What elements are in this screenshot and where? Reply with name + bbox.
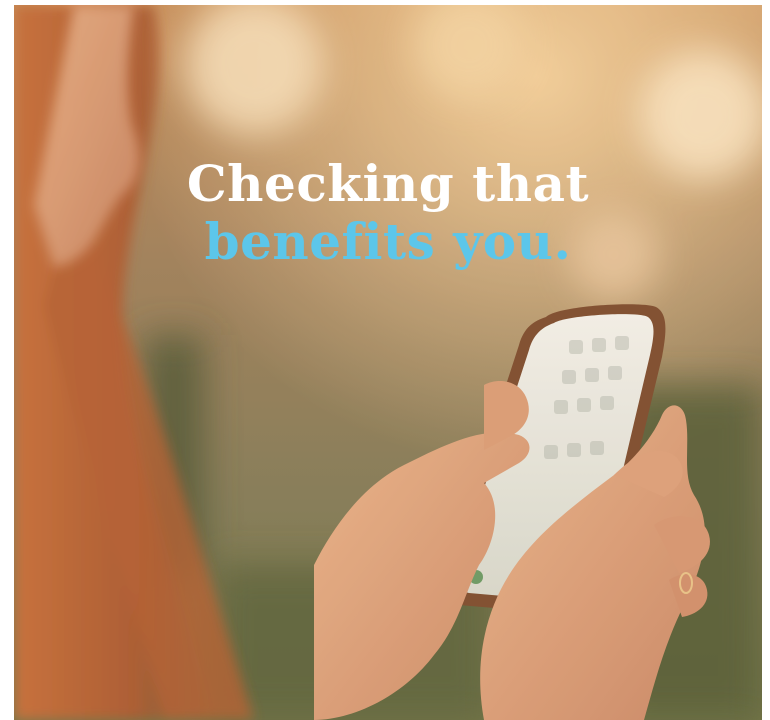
headline-line-2: benefits you. (204, 212, 572, 271)
hero-banner: Checking that benefits you. (14, 5, 762, 720)
hero-photo (14, 5, 762, 720)
headline: Checking that benefits you. (14, 155, 762, 271)
headline-line-1: Checking that (186, 154, 590, 213)
